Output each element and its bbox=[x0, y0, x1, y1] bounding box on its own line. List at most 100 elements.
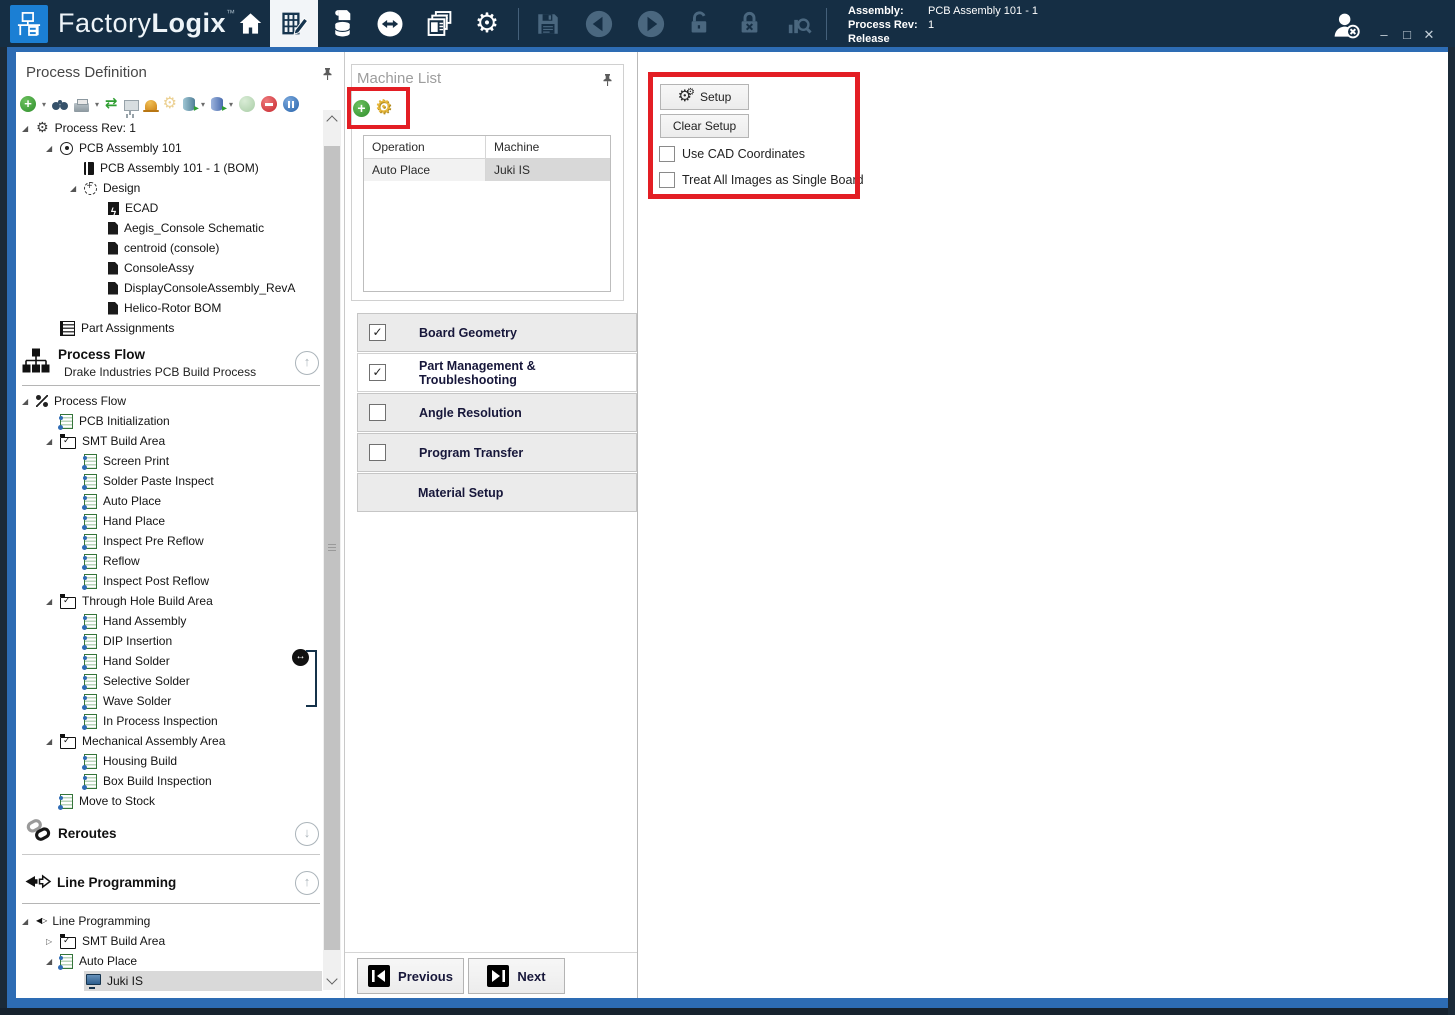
tree-item-document[interactable]: Helico-Rotor BOM bbox=[16, 298, 322, 318]
unlock-button[interactable] bbox=[678, 0, 720, 47]
tree-item-operation[interactable]: DIP Insertion bbox=[16, 631, 322, 651]
stop-icon[interactable] bbox=[261, 96, 277, 112]
tree-item-operation[interactable]: In Process Inspection bbox=[16, 711, 322, 731]
tree-item-operation[interactable]: Reflow bbox=[16, 551, 322, 571]
alert-bell-icon[interactable] bbox=[145, 100, 157, 110]
tree-item-operation[interactable]: Selective Solder bbox=[16, 671, 322, 691]
reroutes-section-title[interactable]: Reroutes bbox=[58, 826, 117, 841]
tree-item-operation[interactable]: Inspect Pre Reflow bbox=[16, 531, 322, 551]
export-database-icon[interactable] bbox=[183, 97, 195, 111]
recycle-dropdown-caret[interactable]: ▾ bbox=[229, 100, 233, 109]
expander-icon[interactable]: ◢ bbox=[46, 437, 60, 446]
refresh-icon[interactable]: ⇄ bbox=[105, 96, 118, 112]
print-dropdown-caret[interactable]: ▾ bbox=[95, 100, 99, 109]
tree-item-operation[interactable]: Hand Solder bbox=[16, 651, 322, 671]
tree-item-document[interactable]: ConsoleAssy bbox=[16, 258, 322, 278]
tree-item-operation[interactable]: Hand Assembly bbox=[16, 611, 322, 631]
cell-operation[interactable]: Auto Place bbox=[364, 159, 486, 181]
section-angle-resolution[interactable]: Angle Resolution bbox=[357, 393, 637, 432]
collapse-section-button[interactable]: ↑ bbox=[295, 351, 319, 375]
expander-icon[interactable]: ◢ bbox=[46, 597, 60, 606]
tree-item-operation[interactable]: Wave Solder bbox=[16, 691, 322, 711]
next-button[interactable]: Next bbox=[468, 958, 565, 994]
tree-item-process-rev[interactable]: ◢Process Rev: 1 bbox=[16, 118, 322, 138]
undo-button[interactable] bbox=[576, 0, 622, 47]
start-icon[interactable] bbox=[239, 96, 255, 112]
expander-icon[interactable]: ▷ bbox=[46, 937, 60, 946]
table-row[interactable]: Auto Place Juki IS bbox=[364, 159, 610, 181]
tree-item-operation[interactable]: Inspect Post Reflow bbox=[16, 571, 322, 591]
tree-item-area[interactable]: ▷SMT Build Area bbox=[16, 931, 322, 951]
save-button[interactable] bbox=[528, 0, 568, 47]
scrollbar-down-button[interactable] bbox=[323, 972, 341, 990]
find-icon[interactable] bbox=[52, 102, 60, 110]
collapse-section-button[interactable]: ↑ bbox=[295, 871, 319, 895]
expander-icon[interactable]: ◢ bbox=[22, 124, 36, 133]
tree-item-area[interactable]: ◢SMT Build Area bbox=[16, 431, 322, 451]
section-board-geometry[interactable]: ✓ Board Geometry bbox=[357, 313, 637, 352]
expander-icon[interactable]: ◢ bbox=[46, 144, 60, 153]
tree-item-operation[interactable]: Move to Stock bbox=[16, 791, 322, 811]
column-header-machine[interactable]: Machine bbox=[486, 136, 610, 159]
lock-button[interactable] bbox=[728, 0, 770, 47]
tree-item-document[interactable]: Aegis_Console Schematic bbox=[16, 218, 322, 238]
tree-item-operation[interactable]: Screen Print bbox=[16, 451, 322, 471]
checkbox[interactable]: ✓ bbox=[369, 324, 386, 341]
line-programming-section-title[interactable]: Line Programming bbox=[57, 875, 176, 890]
checkbox[interactable] bbox=[369, 404, 386, 421]
print-icon[interactable] bbox=[74, 103, 89, 112]
redo-button[interactable] bbox=[628, 0, 674, 47]
previous-button[interactable]: Previous bbox=[357, 958, 464, 994]
tree-item-operation[interactable]: Solder Paste Inspect bbox=[16, 471, 322, 491]
home-button[interactable] bbox=[230, 0, 270, 47]
section-material-setup[interactable]: Material Setup bbox=[357, 473, 637, 512]
section-program-transfer[interactable]: Program Transfer bbox=[357, 433, 637, 472]
tree-item-document[interactable]: centroid (console) bbox=[16, 238, 322, 258]
pale-gear-icon[interactable]: ⚙ bbox=[163, 96, 177, 112]
minimize-button[interactable]: – bbox=[1375, 26, 1393, 44]
recycle-database-icon[interactable] bbox=[211, 97, 223, 111]
cell-machine[interactable]: Juki IS bbox=[486, 159, 610, 181]
tree-item-ecad[interactable]: ECAD bbox=[16, 198, 322, 218]
presentation-icon[interactable] bbox=[124, 100, 139, 111]
user-button[interactable] bbox=[1330, 10, 1362, 47]
expander-icon[interactable]: ◢ bbox=[46, 957, 60, 966]
documents-button[interactable] bbox=[416, 0, 462, 47]
sync-button[interactable] bbox=[368, 0, 412, 47]
tree-item-bom[interactable]: PCB Assembly 101 - 1 (BOM) bbox=[16, 158, 322, 178]
tree-item-document[interactable]: DisplayConsoleAssembly_RevA bbox=[16, 278, 322, 298]
tree-item-design[interactable]: ◢Design bbox=[16, 178, 322, 198]
add-dropdown-caret[interactable]: ▾ bbox=[42, 100, 46, 109]
add-icon[interactable]: + bbox=[20, 96, 36, 112]
audit-button[interactable] bbox=[776, 0, 820, 47]
column-header-operation[interactable]: Operation bbox=[364, 136, 486, 159]
tree-item-process-flow[interactable]: ◢Process Flow bbox=[16, 391, 322, 411]
import-button[interactable] bbox=[320, 0, 364, 47]
tree-item-machine-selected[interactable]: Juki IS bbox=[16, 971, 322, 991]
maximize-button[interactable]: □ bbox=[1398, 26, 1416, 44]
pin-icon[interactable] bbox=[322, 68, 333, 86]
process-definition-tab[interactable] bbox=[270, 0, 318, 47]
scrollbar-thumb[interactable] bbox=[324, 146, 340, 950]
expander-icon[interactable]: ◢ bbox=[22, 397, 36, 406]
tree-item-area[interactable]: ◢Mechanical Assembly Area bbox=[16, 731, 322, 751]
pause-icon[interactable] bbox=[283, 96, 299, 112]
export-dropdown-caret[interactable]: ▾ bbox=[201, 100, 205, 109]
checkbox[interactable] bbox=[369, 444, 386, 461]
tree-item-pcb-assembly[interactable]: ◢PCB Assembly 101 bbox=[16, 138, 322, 158]
tree-item-area[interactable]: ◢Through Hole Build Area bbox=[16, 591, 322, 611]
process-flow-section-title[interactable]: Process Flow bbox=[58, 347, 145, 362]
pin-icon[interactable] bbox=[602, 74, 613, 92]
expander-icon[interactable]: ◢ bbox=[70, 184, 84, 193]
tree-item-operation[interactable]: Housing Build bbox=[16, 751, 322, 771]
expand-section-button[interactable]: ↓ bbox=[295, 822, 319, 846]
tree-item-operation[interactable]: PCB Initialization bbox=[16, 411, 322, 431]
section-part-management[interactable]: ✓ Part Management & Troubleshooting bbox=[357, 353, 637, 392]
close-button[interactable]: ✕ bbox=[1420, 26, 1438, 44]
tree-item-operation[interactable]: Auto Place bbox=[16, 491, 322, 511]
settings-button[interactable]: ⚙ bbox=[464, 0, 510, 47]
tree-item-operation[interactable]: Hand Place bbox=[16, 511, 322, 531]
expander-icon[interactable]: ◢ bbox=[22, 917, 36, 926]
expander-icon[interactable]: ◢ bbox=[46, 737, 60, 746]
tree-item-part-assignments[interactable]: Part Assignments bbox=[16, 318, 322, 338]
